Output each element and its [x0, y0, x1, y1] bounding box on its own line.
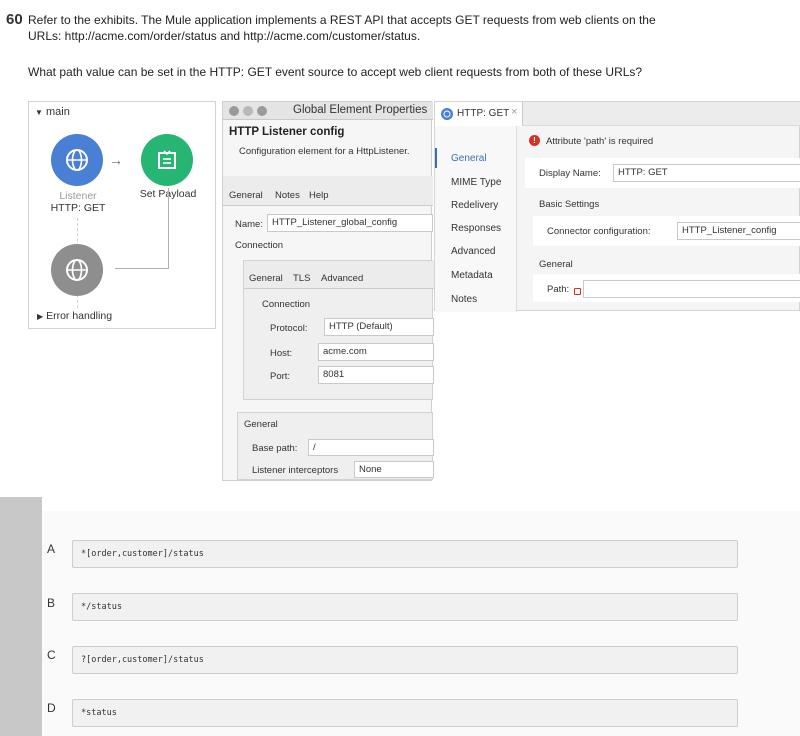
path-field[interactable]: [583, 280, 800, 298]
tab-connection-general[interactable]: General: [249, 273, 283, 284]
basepath-label: Base path:: [252, 443, 298, 454]
protocol-select[interactable]: HTTP (Default): [324, 318, 434, 336]
interceptors-label: Listener interceptors: [252, 465, 339, 476]
flow-title-label: main: [45, 106, 70, 118]
error-handling-label: Error handling: [46, 310, 113, 322]
nav-responses[interactable]: Responses: [451, 223, 501, 234]
connector-config-select[interactable]: HTTP_Listener_config: [677, 222, 800, 240]
tab-notes[interactable]: Notes: [275, 190, 300, 201]
display-name-label: Display Name:: [539, 168, 601, 179]
option-a-text: *[order,customer]/status: [81, 549, 204, 559]
nav-general[interactable]: General: [451, 153, 487, 164]
flow-title[interactable]: ▼ main: [35, 106, 70, 118]
nav-active-indicator: [435, 148, 437, 168]
tab-tls[interactable]: TLS: [293, 273, 310, 284]
inner-connection-label: Connection: [262, 299, 311, 310]
port-field[interactable]: 8081: [318, 366, 434, 384]
general-panel: General Base path: / Listener intercepto…: [237, 412, 434, 480]
http-tab-label: HTTP: GET: [457, 108, 510, 119]
interceptors-select[interactable]: None: [354, 461, 434, 478]
tab-general[interactable]: General: [229, 190, 263, 201]
window-title: Global Element Properties: [293, 104, 428, 116]
flow-connector: [168, 188, 169, 268]
error-handling-section[interactable]: ▶ Error handling: [37, 310, 112, 322]
arrow-right-icon: →: [109, 152, 123, 168]
response-node-icon[interactable]: [51, 244, 103, 296]
option-d-text: *status: [81, 708, 117, 718]
global-element-properties-window: Global Element Properties HTTP Listener …: [222, 101, 434, 481]
http-get-properties-panel: HTTP: GET × General MIME Type Redelivery…: [434, 101, 800, 312]
listener-name: HTTP: GET: [50, 202, 106, 214]
option-b[interactable]: */status: [72, 593, 738, 621]
nav-mime-type[interactable]: MIME Type: [451, 177, 501, 188]
window-maximize-icon[interactable]: [257, 106, 267, 116]
window-close-icon[interactable]: [229, 106, 239, 116]
nav-advanced[interactable]: Advanced: [451, 246, 495, 257]
option-c-letter: C: [47, 648, 56, 662]
name-field[interactable]: HTTP_Listener_global_config: [267, 214, 433, 232]
set-payload-node-icon[interactable]: [141, 134, 193, 186]
question-number: 60: [6, 11, 23, 28]
error-marker-icon: [574, 288, 581, 295]
option-a[interactable]: *[order,customer]/status: [72, 540, 738, 568]
display-name-row: Display Name: HTTP: GET: [525, 158, 800, 188]
flow-canvas: ▼ main → Listener HTTP: GET Set Payload: [28, 101, 216, 329]
option-a-letter: A: [47, 542, 56, 556]
protocol-label: Protocol:: [270, 323, 308, 334]
gep-tabbar: General Notes Help: [223, 176, 433, 206]
question-text-line2: URLs: http://acme.com/order/status and h…: [28, 29, 421, 43]
basic-settings-label: Basic Settings: [539, 199, 600, 210]
path-required-error: Attribute 'path' is required: [546, 136, 654, 147]
properties-nav: General MIME Type Redelivery Responses A…: [435, 126, 517, 312]
general-section-label: General: [244, 419, 278, 430]
port-label: Port:: [270, 371, 291, 382]
nav-metadata[interactable]: Metadata: [451, 270, 493, 281]
connector-config-label: Connector configuration:: [547, 226, 651, 237]
connection-label: Connection: [235, 240, 284, 251]
option-d[interactable]: *status: [72, 699, 738, 727]
connector-row: Connector configuration: HTTP_Listener_c…: [533, 216, 800, 246]
basepath-field[interactable]: /: [308, 439, 434, 456]
nav-notes[interactable]: Notes: [451, 294, 477, 305]
listener-caption: Listener: [59, 190, 97, 202]
payload-icon: [158, 150, 176, 169]
path-row: Path:: [533, 274, 800, 302]
collapse-triangle-icon: ▼: [35, 108, 43, 117]
globe-icon: [66, 259, 88, 281]
globe-icon: [441, 108, 453, 120]
error-icon: !: [529, 135, 540, 146]
option-b-text: */status: [81, 602, 122, 612]
host-label: Host:: [270, 348, 293, 359]
tab-http-get[interactable]: HTTP: GET ×: [435, 102, 523, 126]
option-c[interactable]: ?[order,customer]/status: [72, 646, 738, 674]
option-c-text: ?[order,customer]/status: [81, 655, 204, 665]
config-heading: HTTP Listener config: [229, 126, 345, 138]
globe-icon: [66, 149, 88, 171]
option-b-letter: B: [47, 596, 56, 610]
question-prompt: What path value can be set in the HTTP: …: [28, 65, 643, 79]
name-label: Name:: [235, 219, 263, 230]
window-titlebar: Global Element Properties: [223, 102, 433, 120]
connection-tabbar: General TLS Advanced: [244, 261, 434, 289]
tab-strip: [523, 102, 800, 126]
tab-help[interactable]: Help: [309, 190, 329, 201]
display-name-field[interactable]: HTTP: GET: [613, 164, 800, 182]
host-field[interactable]: acme.com: [318, 343, 434, 361]
general-label: General: [539, 259, 573, 270]
flow-connector: [115, 268, 169, 269]
window-minimize-icon[interactable]: [243, 106, 253, 116]
tab-advanced[interactable]: Advanced: [321, 273, 363, 284]
config-subheading: Configuration element for a HttpListener…: [239, 146, 410, 157]
answer-sidebar: [0, 497, 42, 736]
listener-node-icon[interactable]: [51, 134, 103, 186]
nav-redelivery[interactable]: Redelivery: [451, 200, 498, 211]
option-d-letter: D: [47, 701, 56, 715]
path-label: Path:: [547, 284, 570, 295]
connection-panel: General TLS Advanced Connection Protocol…: [243, 260, 434, 400]
expand-triangle-icon: ▶: [37, 312, 44, 321]
question-text-line1: Refer to the exhibits. The Mule applicat…: [28, 13, 656, 27]
close-icon[interactable]: ×: [511, 106, 517, 118]
